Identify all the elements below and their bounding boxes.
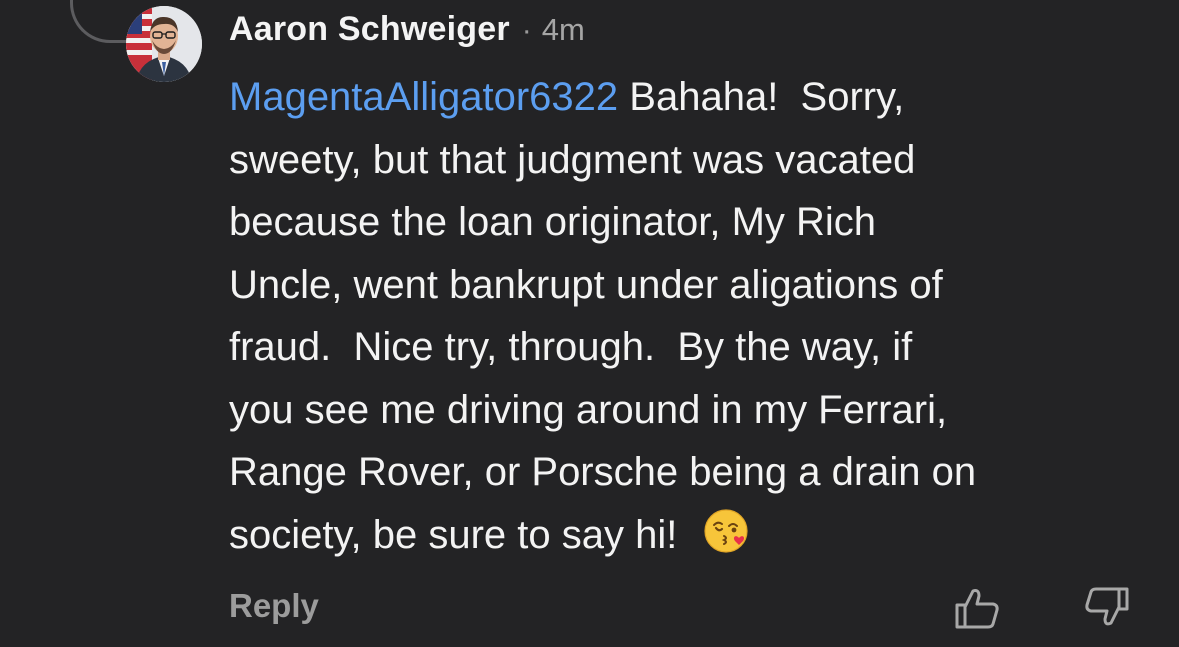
meta-separator: · — [521, 14, 532, 47]
comment-body: MagentaAlligator6322 Bahaha! Sorry, swee… — [229, 66, 1139, 566]
avatar[interactable] — [126, 6, 202, 82]
user-mention-link[interactable]: MagentaAlligator6322 — [229, 75, 618, 119]
avatar-image — [126, 6, 202, 82]
comment-header: Aaron Schweiger · 4m — [229, 10, 585, 54]
kissing-face-with-heart-emoji — [704, 508, 748, 553]
author-name[interactable]: Aaron Schweiger — [229, 10, 510, 49]
thread-connector-line — [70, 0, 133, 43]
comment: Aaron Schweiger · 4m MagentaAlligator632… — [0, 0, 1179, 647]
upvote-button[interactable] — [953, 585, 1001, 631]
downvote-button[interactable] — [1083, 585, 1131, 631]
thumbs-up-icon — [955, 589, 999, 629]
timestamp: 4m — [541, 12, 585, 47]
comment-text-first-line: Bahaha! Sorry, — [629, 75, 905, 119]
thumbs-down-icon — [1085, 587, 1129, 626]
reply-button[interactable]: Reply — [229, 587, 319, 625]
comment-text: sweety, but that judgment was vacated be… — [229, 137, 977, 557]
